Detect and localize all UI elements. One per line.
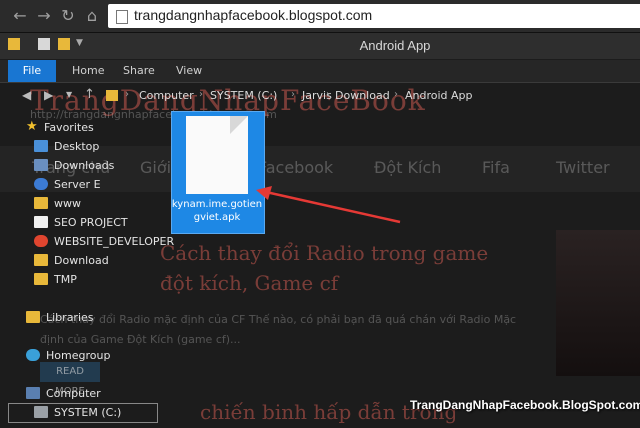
bg-excerpt: Cách thay đổi Radio mặc định của CF Thế … bbox=[40, 313, 517, 346]
crumb-android-app[interactable]: Android App bbox=[405, 89, 473, 102]
back-icon[interactable]: ← bbox=[10, 6, 30, 26]
folder-icon bbox=[106, 90, 118, 101]
sidebar-item-seo-project[interactable]: SEO PROJECT bbox=[34, 214, 128, 232]
annotation-arrow bbox=[256, 186, 401, 224]
folder-white-icon bbox=[34, 216, 48, 228]
tab-file[interactable]: File bbox=[8, 60, 56, 82]
chevron-right-icon[interactable]: › bbox=[199, 89, 203, 100]
crumb-computer[interactable]: Computer bbox=[139, 89, 194, 102]
chevron-right-icon[interactable]: › bbox=[291, 89, 295, 100]
tab-home[interactable]: Home bbox=[72, 60, 104, 82]
sidebar-item-www[interactable]: www bbox=[34, 195, 81, 213]
sidebar-item-website-developer[interactable]: WEBSITE_DEVELOPER bbox=[34, 233, 174, 251]
sidebar-item-computer[interactable]: Computer bbox=[26, 385, 101, 403]
arrow-shaft bbox=[265, 190, 401, 224]
sidebar-item-server-e[interactable]: Server E bbox=[34, 176, 101, 194]
bg-nav-item: Đột Kích bbox=[374, 158, 442, 177]
favorites-header[interactable]: Favorites bbox=[44, 119, 94, 137]
bg-headline: Cách thay đổi Radio trong game đột kích,… bbox=[160, 241, 489, 295]
watermark: TrangDangNhapFacebook.BlogSpot.com bbox=[410, 398, 640, 412]
sidebar-item-libraries[interactable]: Libraries bbox=[26, 309, 94, 327]
window-title: Android App bbox=[359, 38, 431, 53]
tab-view[interactable]: View bbox=[176, 60, 202, 82]
home-icon[interactable]: ⌂ bbox=[82, 6, 102, 26]
bg-read-more: READ MORE bbox=[40, 362, 100, 397]
bg-thumbnail bbox=[556, 230, 640, 376]
folder-icon bbox=[34, 197, 48, 209]
folder-icon bbox=[34, 254, 48, 266]
homegroup-icon bbox=[26, 349, 40, 361]
page-icon bbox=[116, 10, 128, 24]
sidebar-item-drive[interactable]: SYSTEM (C:) bbox=[34, 404, 121, 422]
sidebar-item-download[interactable]: Download bbox=[34, 252, 109, 270]
arrow-head-icon bbox=[256, 186, 272, 200]
crumb-download[interactable]: Download bbox=[335, 89, 390, 102]
chevron-right-icon[interactable]: › bbox=[326, 89, 330, 100]
bg-nav-item: Facebook bbox=[258, 158, 334, 177]
downloads-icon bbox=[34, 159, 48, 171]
sidebar-item-tmp[interactable]: TMP bbox=[34, 271, 77, 289]
document-fold bbox=[230, 116, 248, 134]
crumb-drive[interactable]: SYSTEM (C:) bbox=[210, 89, 277, 102]
url-text[interactable]: trangdangnhapfacebook.blogspot.com bbox=[134, 7, 372, 23]
bg-nav-item: Fifa bbox=[482, 158, 510, 177]
network-drive-icon bbox=[34, 178, 48, 190]
forward-arrow-icon[interactable]: ▶ bbox=[44, 88, 53, 102]
bg-nav-item: Twitter bbox=[556, 158, 610, 177]
sidebar-item-homegroup[interactable]: Homegroup bbox=[26, 347, 110, 365]
recent-dropdown-icon[interactable]: ▼ bbox=[66, 90, 72, 99]
sidebar-item-desktop[interactable]: Desktop bbox=[34, 138, 99, 156]
tab-share[interactable]: Share bbox=[123, 60, 155, 82]
back-arrow-icon[interactable]: ◀ bbox=[22, 88, 31, 102]
computer-icon bbox=[26, 387, 40, 399]
up-arrow-icon[interactable]: ↑ bbox=[84, 87, 95, 102]
app-icon bbox=[34, 235, 48, 247]
libraries-icon bbox=[26, 311, 40, 323]
chevron-right-icon[interactable]: › bbox=[125, 89, 129, 100]
sidebar-item-downloads[interactable]: Downloads bbox=[34, 157, 114, 175]
desktop-icon bbox=[34, 140, 48, 152]
chevron-right-icon[interactable]: › bbox=[394, 89, 398, 100]
reload-icon[interactable]: ↻ bbox=[58, 6, 78, 26]
drive-icon bbox=[34, 406, 48, 418]
forward-icon[interactable]: → bbox=[34, 6, 54, 26]
folder-icon bbox=[34, 273, 48, 285]
star-icon: ★ bbox=[26, 119, 38, 134]
